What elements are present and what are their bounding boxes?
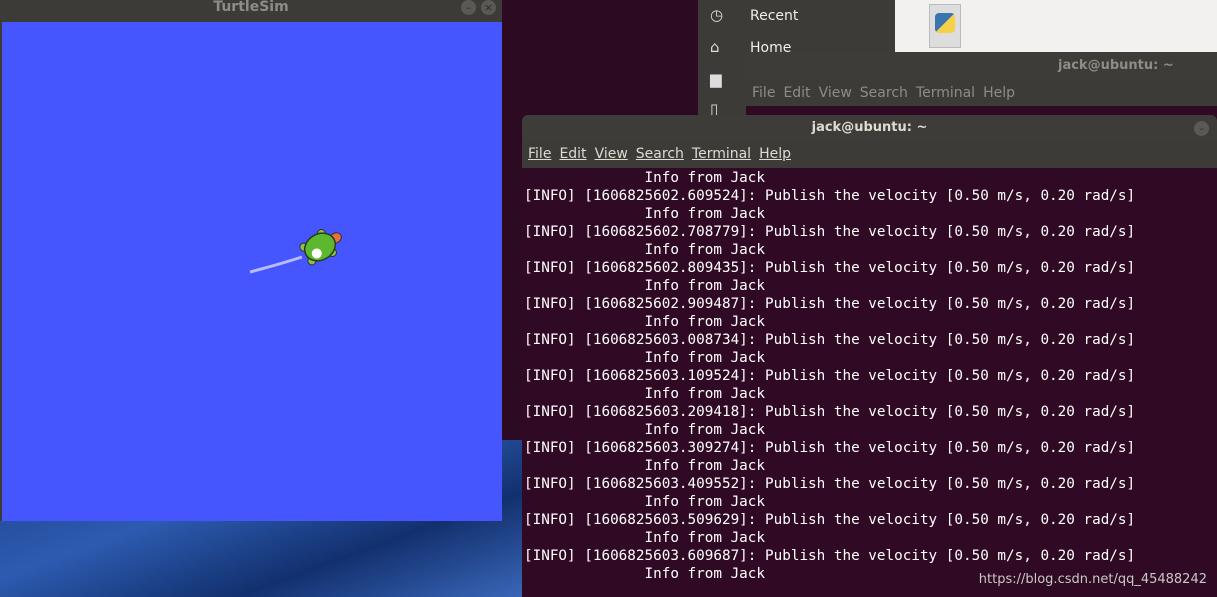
menu-terminal[interactable]: Terminal xyxy=(916,85,975,101)
terminal-line: Info from Jack xyxy=(524,170,766,186)
background-terminal-window: jack@ubuntu: ~ File Edit View Search Termina… xyxy=(746,52,1217,122)
terminal-line: Info from Jack xyxy=(524,530,766,546)
menu-terminal[interactable]: Terminal xyxy=(692,146,751,162)
terminal-line: Info from Jack xyxy=(524,458,766,474)
terminal-line: [INFO] [1606825603.109524]: Publish the … xyxy=(524,368,1136,384)
terminal-line: [INFO] [1606825603.309274]: Publish the … xyxy=(524,440,1136,456)
menu-file[interactable]: File xyxy=(528,146,551,162)
terminal-line: Info from Jack xyxy=(524,422,766,438)
terminal-line: [INFO] [1606825603.008734]: Publish the … xyxy=(524,332,1136,348)
terminal-line: [INFO] [1606825602.609524]: Publish the … xyxy=(524,188,1136,204)
turtle-scene xyxy=(249,228,342,274)
menu-view[interactable]: View xyxy=(595,146,628,162)
turtlesim-title: TurtleSim xyxy=(213,0,289,15)
menu-bar: File Edit View Search Terminal Help xyxy=(522,141,1217,168)
clock-icon: ◷ xyxy=(710,6,724,24)
menu-view[interactable]: View xyxy=(819,85,852,101)
terminal-window: jack@ubuntu: ~ – File Edit View Search Termi… xyxy=(522,115,1217,597)
close-button[interactable]: × xyxy=(481,0,496,15)
folder-icon: ▆ xyxy=(710,70,722,88)
menu-search[interactable]: Search xyxy=(860,85,908,101)
terminal-line: Info from Jack xyxy=(524,242,766,258)
menu-help[interactable]: Help xyxy=(983,85,1015,101)
menu-file[interactable]: File xyxy=(752,85,775,101)
menu-search[interactable]: Search xyxy=(636,146,684,162)
terminal-output[interactable]: Info from Jack [INFO] [1606825602.609524]… xyxy=(522,168,1217,583)
terminal-line: [INFO] [1606825602.809435]: Publish the … xyxy=(524,260,1136,276)
terminal-line: Info from Jack xyxy=(524,278,766,294)
menu-edit[interactable]: Edit xyxy=(559,146,586,162)
terminal-line: Info from Jack xyxy=(524,350,766,366)
minimize-button[interactable]: – xyxy=(1194,121,1209,136)
terminal-line: [INFO] [1606825603.209418]: Publish the … xyxy=(524,404,1136,420)
turtle-icon xyxy=(299,228,342,266)
menu-bar: File Edit View Search Terminal Help xyxy=(746,80,1217,106)
turtle-trail xyxy=(249,255,303,274)
menu-help[interactable]: Help xyxy=(759,146,791,162)
terminal-line: [INFO] [1606825603.509629]: Publish the … xyxy=(524,512,1136,528)
terminal-line: [INFO] [1606825602.909487]: Publish the … xyxy=(524,296,1136,312)
terminal-line: [INFO] [1606825603.409552]: Publish the … xyxy=(524,476,1136,492)
menu-edit[interactable]: Edit xyxy=(783,85,810,101)
python-file-icon[interactable] xyxy=(929,4,961,48)
watermark: https://blog.csdn.net/qq_45488242 xyxy=(978,572,1207,587)
home-icon: ⌂ xyxy=(710,38,720,56)
minimize-button[interactable]: – xyxy=(461,0,476,15)
terminal-line: Info from Jack xyxy=(524,314,766,330)
terminal-line: Info from Jack xyxy=(524,494,766,510)
sidebar-item-recent[interactable]: Recent xyxy=(750,8,798,24)
terminal-title: jack@ubuntu: ~ xyxy=(522,115,1217,141)
turtlesim-window: TurtleSim – × xyxy=(0,0,502,521)
terminal-line: [INFO] [1606825603.609687]: Publish the … xyxy=(524,548,1136,564)
terminal-line: [INFO] [1606825602.708779]: Publish the … xyxy=(524,224,1136,240)
files-content xyxy=(895,0,1217,52)
turtlesim-canvas xyxy=(2,22,502,521)
terminal-line: Info from Jack xyxy=(524,386,766,402)
terminal-line: Info from Jack xyxy=(524,206,766,222)
terminal-title: jack@ubuntu: ~ xyxy=(746,52,1217,80)
